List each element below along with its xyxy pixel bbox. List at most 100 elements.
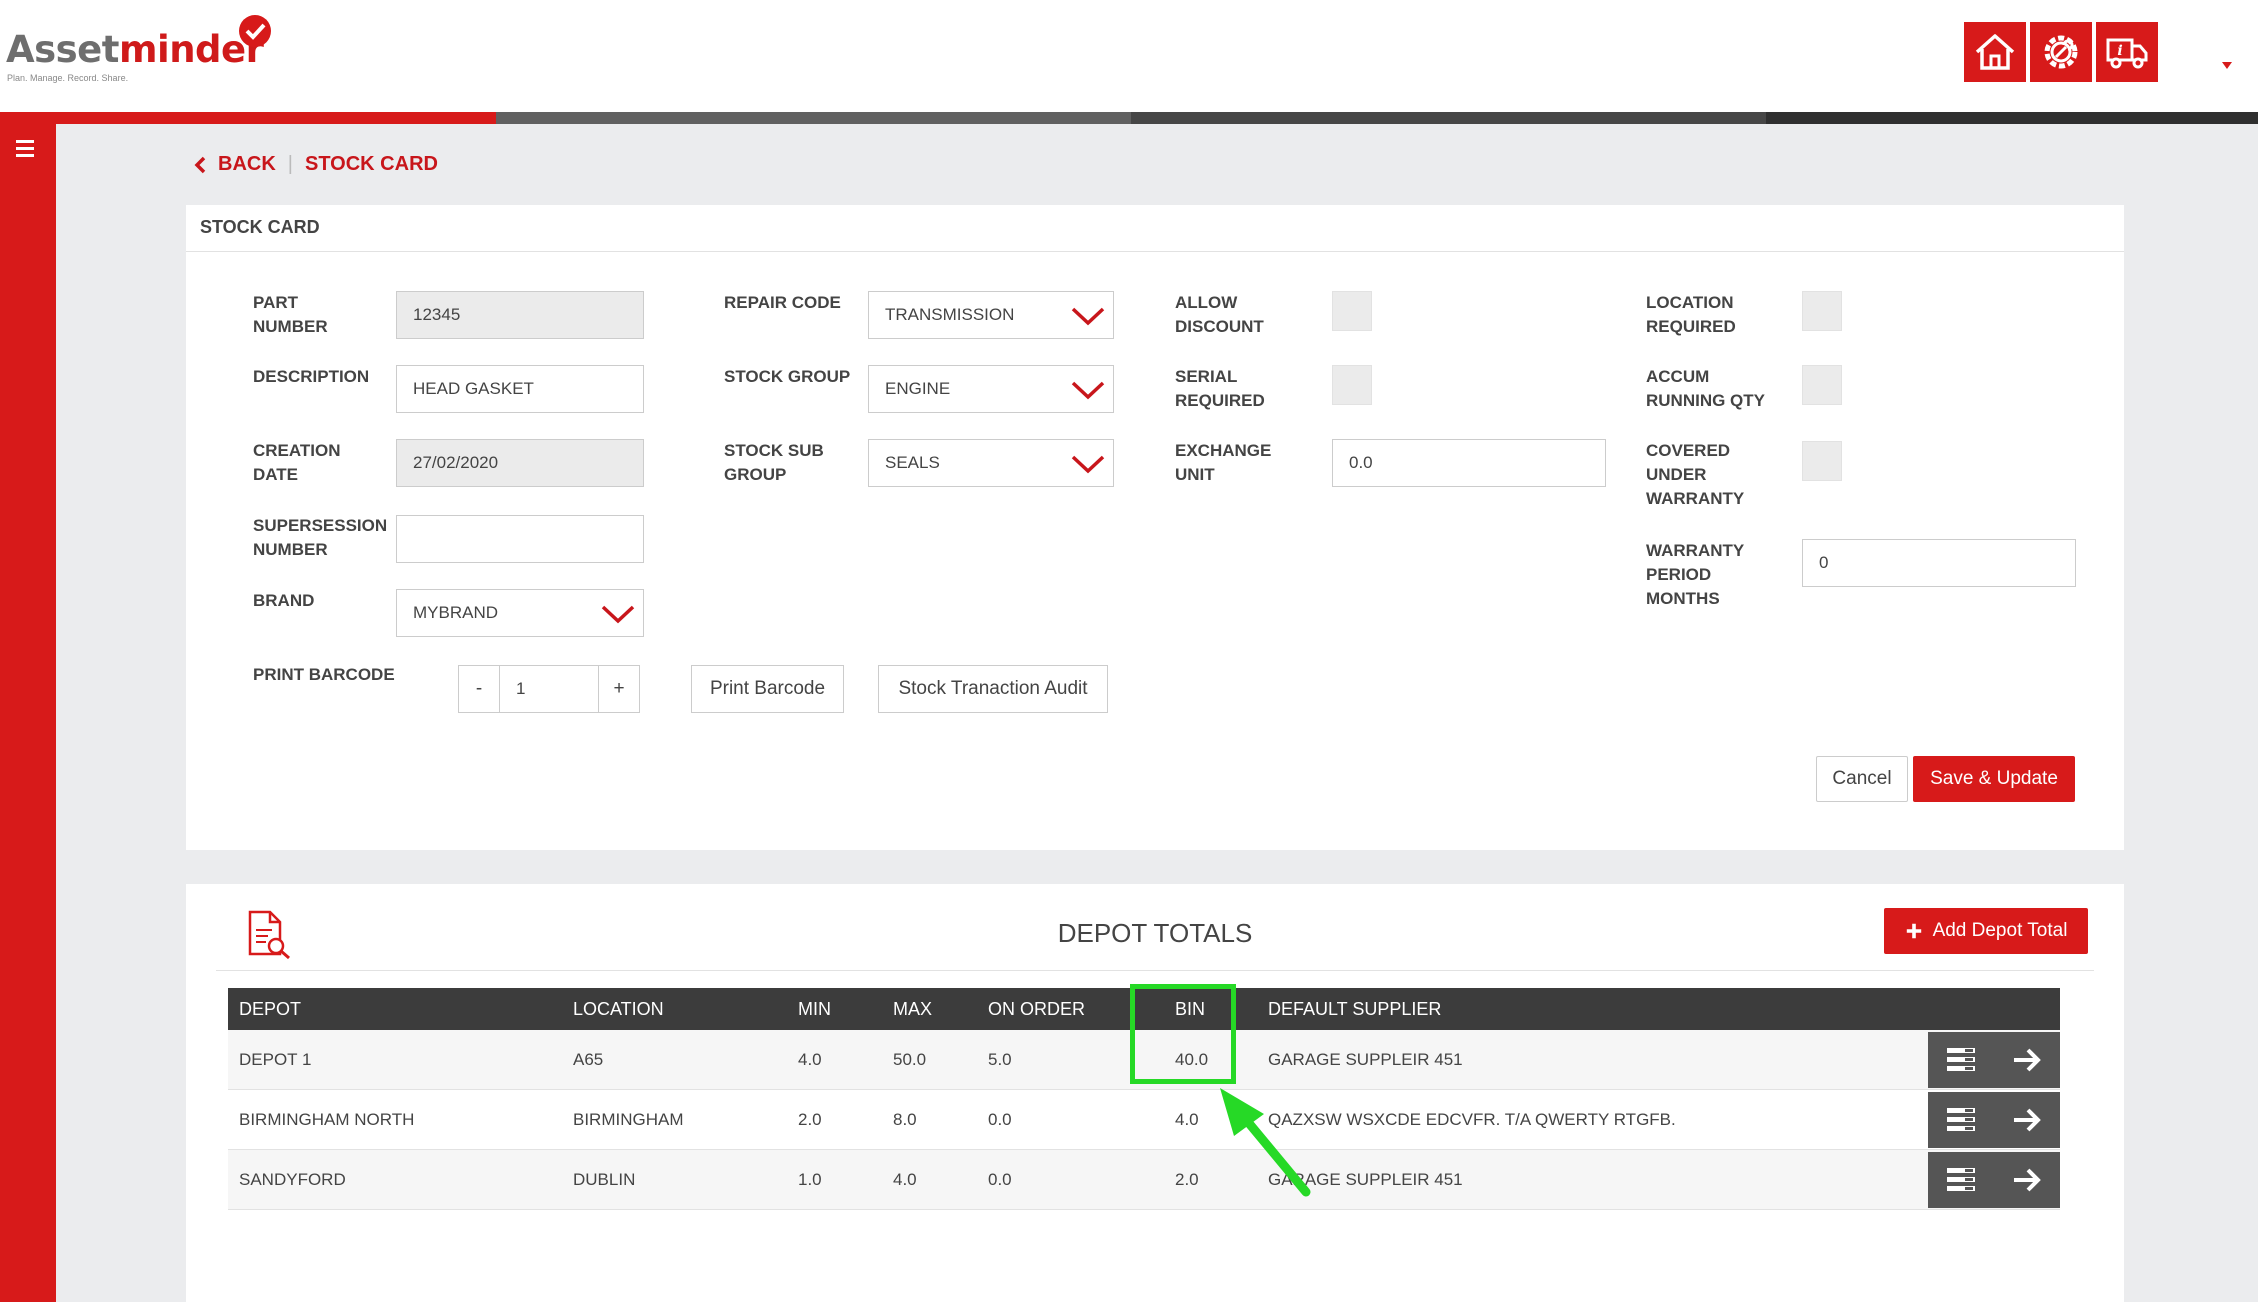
repair-code-label: REPAIR CODE [724, 293, 841, 312]
stock-card-panel: STOCK CARD PART NUMBER 12345 DESCRIPTION … [186, 205, 2124, 850]
chevron-left-icon[interactable] [194, 156, 206, 174]
add-depot-total-label: Add Depot Total [1932, 920, 2068, 941]
stock-sub-group-select[interactable]: SEALS [868, 439, 1114, 487]
cell-default-supplier: QAZXSW WSXCDE EDCVFR. T/A QWERTY RTGFB. [1268, 1109, 1676, 1129]
panel-title: STOCK CARD [200, 217, 320, 237]
header-progress-bar [0, 112, 2258, 124]
cell-on-order: 0.0 [988, 1109, 1012, 1129]
supersession-number-label: SUPERSESSION NUMBER [253, 516, 388, 559]
logo-text-asset: Asset [6, 28, 119, 71]
depot-totals-panel: DEPOT TOTALS Add Depot Total DEPOT LOCAT… [186, 884, 2124, 1302]
cell-on-order: 5.0 [988, 1049, 1012, 1069]
repair-code-select[interactable]: TRANSMISSION [868, 291, 1114, 339]
stock-group-label: STOCK GROUP [724, 367, 851, 386]
plus-icon [1906, 923, 1921, 939]
column-header-location[interactable]: LOCATION [573, 988, 664, 1030]
serial-required-label: SERIAL REQUIRED [1175, 367, 1265, 410]
cell-max: 50.0 [893, 1049, 927, 1069]
column-header-min[interactable]: MIN [798, 988, 831, 1030]
cell-min: 2.0 [798, 1109, 822, 1129]
creation-date-label: CREATION DATE [253, 441, 341, 484]
list-icon[interactable] [1943, 1042, 1979, 1078]
list-icon[interactable] [1943, 1102, 1979, 1138]
supersession-number-input[interactable] [396, 515, 644, 563]
settings-button[interactable] [2030, 22, 2092, 82]
arrow-right-icon[interactable] [2009, 1042, 2045, 1078]
app-header: Assetminder Plan. Manage. Record. Share.… [0, 0, 2258, 112]
chevron-down-icon [1071, 455, 1105, 474]
chevron-down-icon [1071, 381, 1105, 400]
column-header-on-order[interactable]: ON ORDER [988, 988, 1085, 1030]
progress-segment-4 [1766, 112, 2258, 124]
cell-location: BIRMINGHAM [573, 1109, 684, 1129]
annotation-arrow-icon [1220, 1088, 1311, 1197]
arrow-right-icon[interactable] [2009, 1102, 2045, 1138]
covered-under-warranty-checkbox[interactable] [1802, 441, 1842, 481]
breadcrumb-separator: | [287, 153, 293, 175]
arrow-right-icon[interactable] [2009, 1162, 2045, 1198]
gear-wrench-icon [2044, 35, 2078, 69]
cell-location: A65 [573, 1049, 604, 1069]
table-row: SANDYFORD DUBLIN 1.0 4.0 0.0 2.0 GARAGE … [228, 1150, 2060, 1210]
allow-discount-label: ALLOW DISCOUNT [1175, 293, 1264, 336]
breadcrumb-current[interactable]: STOCK CARD [305, 153, 438, 176]
brand-value: MYBRAND [413, 603, 499, 622]
user-menu-caret-icon[interactable] [2222, 62, 2232, 70]
allow-discount-checkbox[interactable] [1332, 291, 1372, 331]
location-required-checkbox[interactable] [1802, 291, 1842, 331]
vehicle-info-button[interactable]: i [2096, 22, 2158, 82]
panel-divider [186, 251, 2124, 252]
row-actions [1928, 1152, 2060, 1208]
hamburger-menu-icon[interactable] [16, 140, 40, 160]
print-barcode-button[interactable]: Print Barcode [691, 665, 844, 713]
save-update-button[interactable]: Save & Update [1913, 756, 2075, 802]
stock-group-value: ENGINE [885, 379, 951, 398]
home-button[interactable] [1964, 22, 2026, 82]
svg-text:i: i [2117, 43, 2122, 59]
exchange-unit-input[interactable]: 0.0 [1332, 439, 1606, 487]
part-number-label: PART NUMBER [253, 293, 328, 336]
assetminder-logo[interactable]: Assetminder Plan. Manage. Record. Share. [6, 14, 296, 84]
stock-group-select[interactable]: ENGINE [868, 365, 1114, 413]
creation-date-input[interactable]: 27/02/2020 [396, 439, 644, 487]
stock-transaction-audit-button[interactable]: Stock Tranaction Audit [878, 665, 1108, 713]
progress-segment-3 [1131, 112, 1766, 124]
warranty-period-months-label: WARRANTY PERIOD MONTHS [1646, 541, 1745, 608]
back-link[interactable]: BACK [218, 153, 276, 176]
panel-divider [216, 970, 2094, 971]
add-depot-total-button[interactable]: Add Depot Total [1884, 908, 2088, 954]
column-header-max[interactable]: MAX [893, 988, 932, 1030]
logo-tagline: Plan. Manage. Record. Share. [7, 73, 129, 83]
accum-running-qty-checkbox[interactable] [1802, 365, 1842, 405]
sidebar [0, 124, 56, 1302]
cell-on-order: 0.0 [988, 1169, 1012, 1189]
cell-min: 4.0 [798, 1049, 822, 1069]
brand-label: BRAND [253, 591, 315, 610]
warranty-period-months-input[interactable]: 0 [1802, 539, 2076, 587]
list-icon[interactable] [1943, 1162, 1979, 1198]
column-header-depot[interactable]: DEPOT [239, 988, 301, 1030]
breadcrumb: BACK | STOCK CARD [194, 153, 438, 176]
serial-required-checkbox[interactable] [1332, 365, 1372, 405]
progress-segment-1 [0, 112, 496, 124]
cancel-button[interactable]: Cancel [1816, 756, 1908, 802]
chevron-down-icon [601, 605, 635, 624]
cell-bin: 4.0 [1175, 1109, 1199, 1129]
repair-code-value: TRANSMISSION [885, 305, 1015, 324]
part-number-input[interactable]: 12345 [396, 291, 644, 339]
truck-info-icon: i [2106, 38, 2148, 69]
cell-depot: BIRMINGHAM NORTH [239, 1109, 415, 1129]
description-input[interactable]: HEAD GASKET [396, 365, 644, 413]
barcode-qty-input[interactable]: 1 [499, 665, 599, 713]
brand-select[interactable]: MYBRAND [396, 589, 644, 637]
exchange-unit-label: EXCHANGE UNIT [1175, 441, 1272, 484]
stock-sub-group-value: SEALS [885, 453, 940, 472]
cell-location: DUBLIN [573, 1169, 636, 1189]
accum-running-qty-label: ACCUM RUNNING QTY [1646, 367, 1765, 410]
cell-min: 1.0 [798, 1169, 822, 1189]
barcode-qty-decrement-button[interactable]: - [458, 665, 500, 713]
barcode-qty-increment-button[interactable]: + [598, 665, 640, 713]
progress-segment-2 [496, 112, 1131, 124]
print-barcode-label: PRINT BARCODE [253, 665, 395, 684]
column-header-default-supplier[interactable]: DEFAULT SUPPLIER [1268, 988, 1441, 1030]
